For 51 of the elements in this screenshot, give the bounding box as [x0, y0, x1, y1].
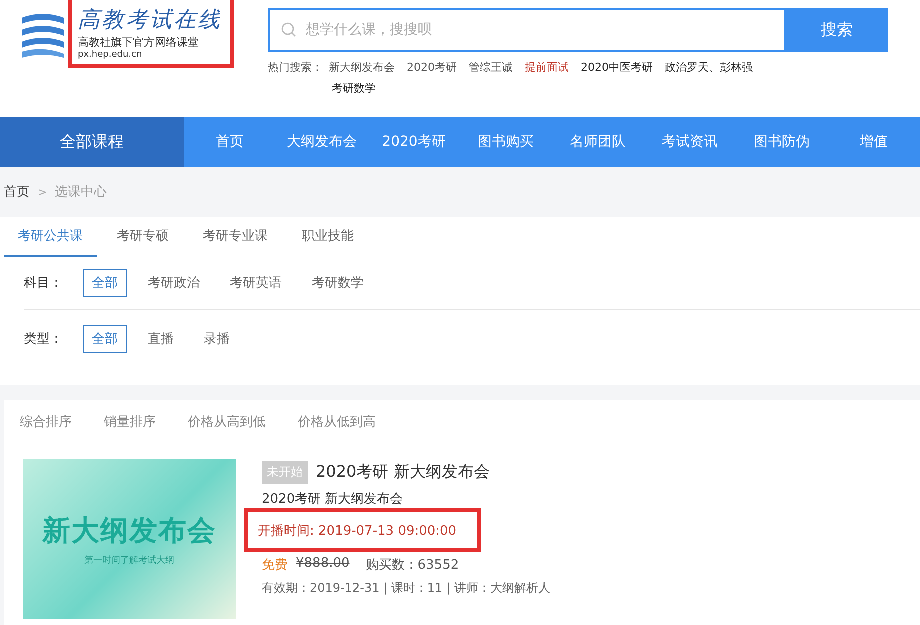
- filter-label: 科目：: [24, 275, 63, 292]
- price: 免费: [262, 557, 288, 574]
- nav-link[interactable]: 2020考研: [368, 133, 460, 151]
- sort-option[interactable]: 价格从高到低: [188, 413, 266, 431]
- search-field[interactable]: 想学什么课，搜搜呗: [268, 8, 786, 52]
- logo-subtitle: 高教社旗下官方网络课堂: [78, 35, 200, 50]
- hot-search-link[interactable]: 管综王诚: [469, 60, 513, 75]
- filter-option[interactable]: 考研政治: [139, 269, 209, 297]
- logo-url: px.hep.edu.cn: [78, 50, 144, 60]
- hot-search-link[interactable]: 政治罗天、彭林强: [665, 60, 753, 75]
- category-tab[interactable]: 考研专硕: [103, 227, 183, 257]
- filter-option[interactable]: 考研数学: [303, 269, 373, 297]
- hot-search-label: 热门搜索：: [268, 60, 323, 75]
- buyer-count: 购买数：63552: [366, 557, 460, 574]
- all-courses-menu[interactable]: 全部课程: [0, 117, 184, 167]
- search-icon: [281, 22, 297, 38]
- filter-option[interactable]: 全部: [83, 325, 127, 353]
- hot-search-link[interactable]: 提前面试: [525, 60, 569, 75]
- filter-option[interactable]: 考研英语: [221, 269, 291, 297]
- hot-search-link[interactable]: 考研数学: [332, 81, 376, 96]
- hot-search-link[interactable]: 2020考研: [407, 60, 457, 75]
- breadcrumb-separator: >: [38, 186, 48, 198]
- hot-search-link[interactable]: 2020中医考研: [581, 60, 653, 75]
- category-tab[interactable]: 职业技能: [288, 227, 368, 257]
- category-tab[interactable]: 考研专业课: [189, 227, 282, 257]
- thumbnail-subtitle: 第一时间了解考试大纲: [84, 554, 174, 566]
- course-meta: 有效期：2019-12-31 | 课时：11 | 讲师：大纲解析人: [262, 580, 550, 597]
- category-tab[interactable]: 考研公共课: [4, 227, 97, 257]
- nav-link[interactable]: 考试资讯: [644, 133, 736, 151]
- filter-label: 类型：: [24, 331, 63, 348]
- nav-link[interactable]: 首页: [184, 133, 276, 151]
- original-price: ¥888.00: [296, 556, 350, 573]
- nav-link[interactable]: 名师团队: [552, 133, 644, 151]
- logo-title: 高教考试在线: [78, 7, 222, 35]
- hot-search-link[interactable]: 新大纲发布会: [329, 60, 395, 75]
- filter-option[interactable]: 录播: [195, 325, 239, 353]
- course-title[interactable]: 2020考研 新大纲发布会: [316, 462, 490, 483]
- nav-link[interactable]: 图书防伪: [736, 133, 828, 151]
- breadcrumb-link[interactable]: 首页: [4, 183, 30, 201]
- thumbnail-title: 新大纲发布会: [42, 512, 216, 548]
- nav-link[interactable]: 大纲发布会: [276, 133, 368, 151]
- start-time: 开播时间: 2019-07-13 09:00:00: [258, 524, 457, 539]
- sort-option[interactable]: 销量排序: [104, 413, 156, 431]
- sort-option[interactable]: 综合排序: [20, 413, 72, 431]
- sort-option[interactable]: 价格从低到高: [298, 413, 376, 431]
- filter-option[interactable]: 全部: [83, 269, 127, 297]
- search-button[interactable]: 搜索: [786, 8, 888, 52]
- course-subtitle: 2020考研 新大纲发布会: [262, 491, 404, 508]
- nav-link[interactable]: 增值: [828, 133, 920, 151]
- nav-link[interactable]: 图书购买: [460, 133, 552, 151]
- filter-option[interactable]: 直播: [139, 325, 183, 353]
